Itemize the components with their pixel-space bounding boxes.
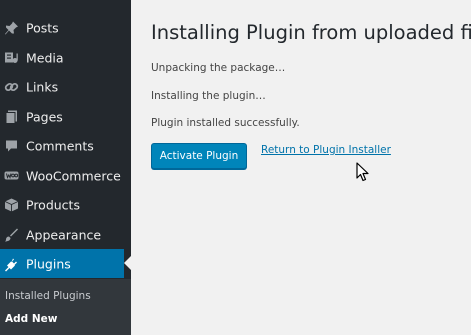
sidebar-item-label: Posts bbox=[26, 20, 59, 35]
products-icon bbox=[4, 197, 19, 212]
page-title: Installing Plugin from uploaded file: bbox=[151, 21, 471, 44]
status-message-unpacking: Unpacking the package… bbox=[151, 62, 286, 74]
sidebar-item-woocommerce[interactable]: WooCommerce bbox=[0, 161, 131, 190]
status-message-success: Plugin installed successfully. bbox=[151, 117, 300, 129]
submenu-item-installed-plugins[interactable]: Installed Plugins bbox=[5, 290, 91, 302]
sidebar-item-pages[interactable]: Pages bbox=[0, 102, 131, 131]
sidebar-item-label: Media bbox=[26, 50, 64, 65]
sidebar-item-label: Links bbox=[26, 79, 59, 94]
main-content: Installing Plugin from uploaded file: Un… bbox=[131, 0, 471, 335]
sidebar-item-media[interactable]: Media bbox=[0, 43, 131, 72]
sidebar-item-label: Appearance bbox=[26, 227, 102, 242]
sidebar-item-appearance[interactable]: Appearance bbox=[0, 220, 131, 249]
media-icon bbox=[4, 50, 19, 65]
plugins-icon bbox=[4, 256, 19, 271]
wp-admin-screen: Posts Media Links Pages Comments WooComm… bbox=[0, 0, 471, 335]
appearance-icon bbox=[4, 227, 19, 242]
plugins-submenu: Installed Plugins Add New bbox=[0, 279, 131, 335]
comment-icon bbox=[4, 138, 19, 153]
sidebar-item-label: Plugins bbox=[26, 256, 71, 271]
sidebar-item-label: Pages bbox=[26, 109, 63, 124]
link-icon bbox=[4, 79, 19, 94]
sidebar-item-products[interactable]: Products bbox=[0, 190, 131, 219]
admin-sidebar: Posts Media Links Pages Comments WooComm… bbox=[0, 0, 132, 335]
sidebar-item-comments[interactable]: Comments bbox=[0, 131, 131, 160]
sidebar-item-label: Comments bbox=[26, 138, 94, 153]
return-to-plugin-installer-link[interactable]: Return to Plugin Installer bbox=[261, 144, 391, 156]
sidebar-item-label: Products bbox=[26, 197, 80, 212]
sidebar-item-links[interactable]: Links bbox=[0, 72, 131, 101]
woocommerce-icon bbox=[4, 168, 19, 183]
submenu-item-add-new[interactable]: Add New bbox=[5, 313, 57, 325]
status-message-installing: Installing the plugin… bbox=[151, 90, 266, 102]
sidebar-item-posts[interactable]: Posts bbox=[0, 13, 131, 42]
mouse-pointer-icon bbox=[356, 162, 369, 182]
pages-icon bbox=[4, 109, 19, 124]
activate-plugin-button[interactable]: Activate Plugin bbox=[151, 143, 247, 169]
sidebar-item-plugins[interactable]: Plugins bbox=[0, 249, 124, 278]
sidebar-item-label: WooCommerce bbox=[26, 168, 121, 183]
pushpin-icon bbox=[4, 20, 19, 35]
